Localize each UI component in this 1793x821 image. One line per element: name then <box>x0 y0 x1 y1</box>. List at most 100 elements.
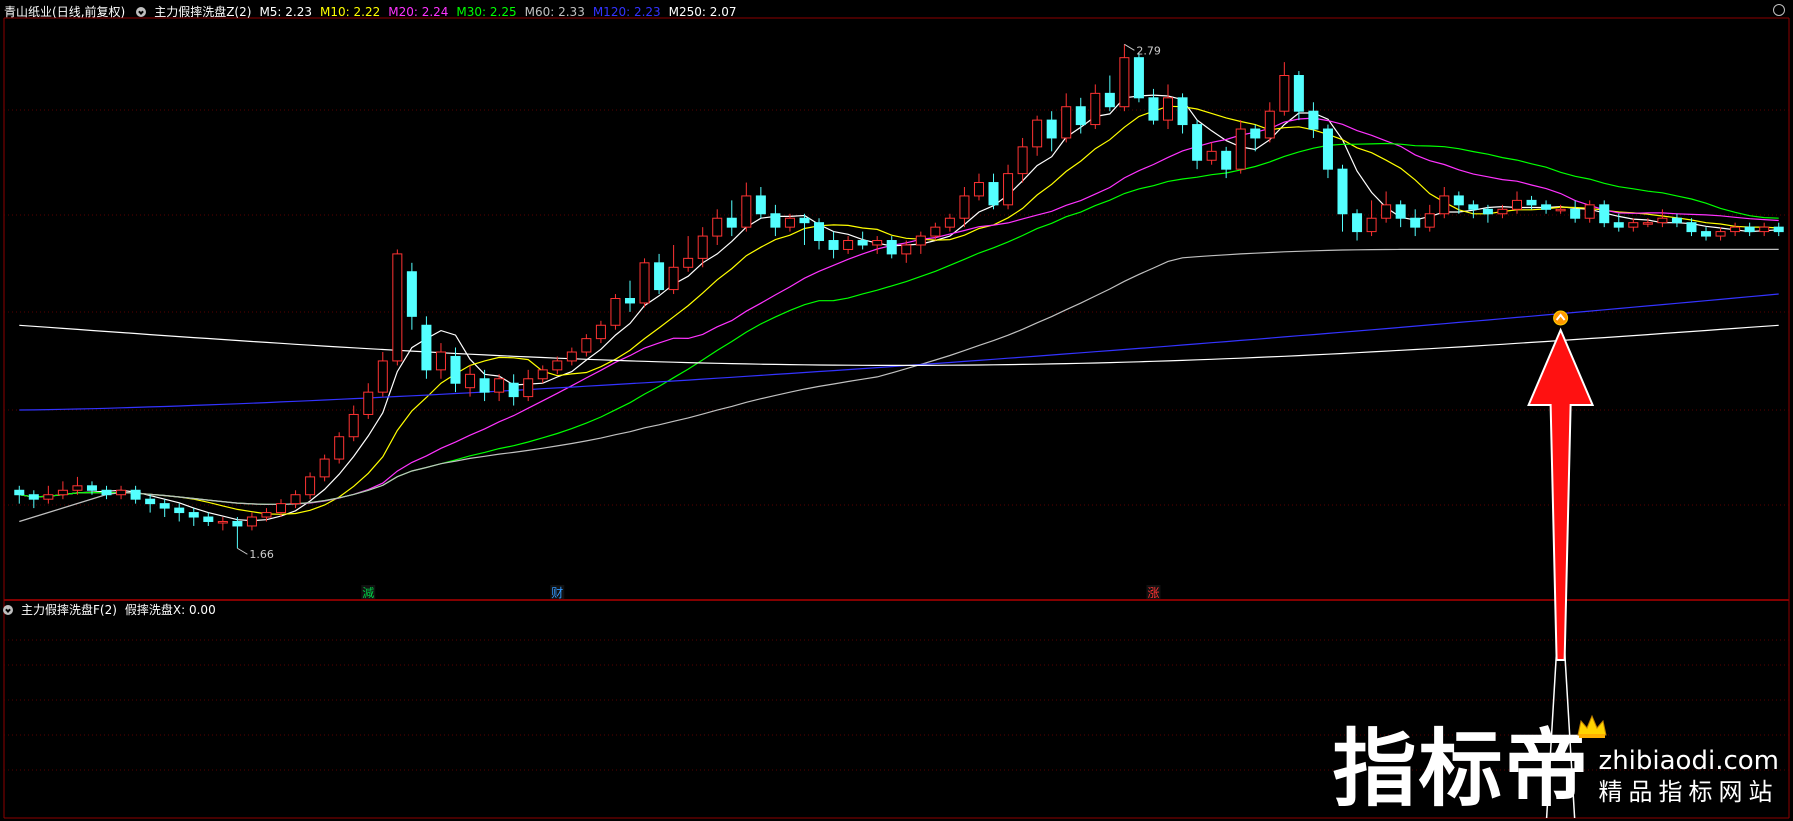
candle-body <box>174 507 185 514</box>
candle-body <box>988 182 999 206</box>
candle-body <box>392 253 403 362</box>
candle-body <box>668 266 679 291</box>
candle <box>1424 204 1435 232</box>
candle-body <box>1439 195 1450 215</box>
candle <box>14 485 25 504</box>
candle <box>1032 115 1043 156</box>
candle <box>1381 191 1392 223</box>
candle <box>188 508 199 526</box>
candle <box>43 485 54 504</box>
candle-body <box>959 195 970 219</box>
candle-body <box>261 512 272 518</box>
candle <box>1715 227 1726 241</box>
candle <box>232 517 243 549</box>
candle-body <box>494 378 505 393</box>
candle-body <box>348 413 359 438</box>
candle-body <box>1221 150 1232 170</box>
candle <box>1759 222 1770 237</box>
candle <box>1090 84 1101 130</box>
candle-body <box>1599 204 1610 224</box>
candle-body <box>305 476 316 496</box>
candle-body <box>1468 204 1479 210</box>
candle-body <box>1424 213 1435 228</box>
candle <box>1279 62 1290 116</box>
candle <box>857 231 868 250</box>
candle <box>610 294 621 330</box>
candle-body <box>1657 217 1668 224</box>
bottom-indicator-name[interactable]: 主力假摔洗盘F(2) <box>21 601 117 619</box>
candle <box>1104 75 1115 112</box>
candle-body <box>901 244 912 255</box>
candle <box>217 517 228 531</box>
ma-line-m20 <box>19 117 1779 506</box>
indicator-settings-icon[interactable] <box>3 605 13 615</box>
candle <box>1628 218 1639 232</box>
candle <box>1541 200 1552 214</box>
candle <box>130 485 141 504</box>
candle-body <box>1192 124 1203 161</box>
candle-body <box>406 271 417 317</box>
indicator-name[interactable]: 主力假摔洗盘Z(2) <box>154 3 251 21</box>
candle-body <box>683 257 694 268</box>
candle <box>1322 124 1333 179</box>
candle-body <box>1352 213 1363 233</box>
candle <box>828 231 839 259</box>
candle <box>421 316 432 379</box>
bottom-pane-legend: 主力假摔洗盘F(2) 假摔洗盘X: 0.00 <box>0 600 216 620</box>
ma-line-m10 <box>19 105 1779 515</box>
stock-name[interactable]: 青山纸业 <box>4 3 52 21</box>
candle <box>1352 209 1363 241</box>
watermark-domain: zhibiaodi.com <box>1598 746 1779 776</box>
candle-body <box>610 298 621 326</box>
candle <box>406 262 417 330</box>
candle-body <box>479 378 490 393</box>
candle-body <box>14 489 25 496</box>
candle-body <box>639 262 650 304</box>
candle <box>581 334 592 357</box>
candle-body <box>1773 226 1784 233</box>
candle <box>523 369 534 402</box>
candle-body <box>421 324 432 371</box>
candle-body <box>1206 150 1217 161</box>
candle <box>1657 209 1668 228</box>
candle-body <box>552 360 563 371</box>
candle-body <box>697 235 708 259</box>
candle-body <box>1119 57 1130 108</box>
candle-body <box>1570 208 1581 219</box>
candle <box>1119 44 1130 112</box>
candle-body <box>624 298 635 304</box>
candle-body <box>886 240 897 255</box>
watermark-slogan: 精品指标网站 <box>1598 778 1779 806</box>
candle-body <box>1264 110 1275 139</box>
candle-body <box>334 436 345 460</box>
candle <box>1075 97 1086 134</box>
candle-body <box>188 512 199 518</box>
candle <box>1773 222 1784 237</box>
candle-body <box>1322 128 1333 170</box>
ma-line-m30 <box>19 142 1779 506</box>
candle-body <box>1642 222 1653 225</box>
candle-body <box>1250 128 1261 139</box>
candle-body <box>1090 92 1101 126</box>
candle-body <box>276 503 287 514</box>
candle <box>843 236 854 254</box>
candle-body <box>523 378 534 398</box>
candle-body <box>1235 128 1246 170</box>
maximize-icon[interactable] <box>1773 4 1785 16</box>
candle-body <box>1759 226 1770 233</box>
candle <box>101 485 112 500</box>
candle <box>1192 120 1203 170</box>
candle-body <box>377 360 388 393</box>
candle <box>1671 213 1682 228</box>
crown-icon <box>1576 714 1607 738</box>
candle-body <box>1366 217 1377 233</box>
candle <box>668 244 679 295</box>
candle <box>566 347 577 366</box>
candle-body <box>1395 204 1406 219</box>
indicator-settings-icon[interactable] <box>136 7 147 17</box>
candle <box>1744 222 1755 237</box>
candle-body <box>465 373 476 389</box>
high-price-label: 2.79 <box>1136 44 1161 57</box>
candle <box>973 173 984 201</box>
stock-chart-window: { "top_pane": { "stock_name": "青山纸业", "p… <box>0 0 1793 821</box>
